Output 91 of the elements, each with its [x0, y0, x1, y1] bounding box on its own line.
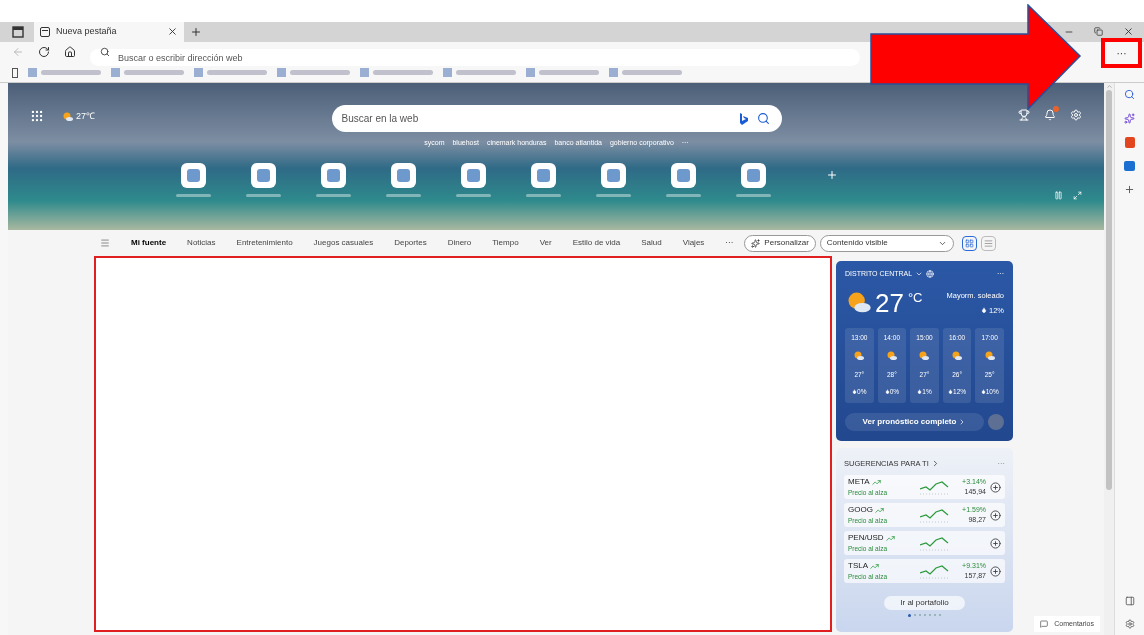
feed-tab[interactable]: Salud — [641, 237, 662, 249]
content-visibility-dropdown[interactable]: Contenido visible — [819, 234, 954, 252]
quick-link-tile[interactable] — [665, 162, 701, 197]
chat-icon — [1040, 620, 1049, 628]
expand-icon[interactable] — [1073, 190, 1082, 200]
page-icon — [40, 26, 50, 37]
close-icon[interactable] — [1123, 26, 1134, 38]
add-icon[interactable] — [1124, 184, 1135, 195]
stock-symbol: GOOG — [848, 504, 873, 517]
bing-logo-icon[interactable] — [738, 112, 748, 125]
sidebar-toggle-icon[interactable] — [1124, 596, 1135, 606]
notification-icon[interactable] — [1044, 109, 1056, 121]
droplet-icon — [852, 389, 858, 395]
feed-tab[interactable]: Mi fuente — [131, 237, 167, 249]
feed-tab[interactable]: Noticias — [187, 237, 216, 249]
feed-tab[interactable]: Ver — [539, 237, 552, 249]
more-menu-button[interactable]: ··· — [1101, 38, 1142, 68]
home-icon[interactable] — [64, 46, 76, 59]
add-shortcut-icon[interactable] — [825, 168, 838, 181]
globe-icon[interactable] — [926, 270, 935, 279]
sun-cloud-icon — [853, 350, 866, 363]
stock-symbol: PEN/USD — [848, 532, 884, 545]
sparkle-icon[interactable] — [1124, 113, 1135, 124]
stock-symbol: TSLA — [848, 560, 868, 573]
quick-link-tile[interactable] — [315, 162, 351, 197]
feed-tab[interactable]: Entretenimiento — [236, 237, 293, 249]
add-stock-icon[interactable] — [990, 509, 1001, 521]
apps-grid-icon[interactable] — [30, 109, 44, 123]
settings-icon[interactable] — [1124, 619, 1135, 629]
quick-link-tile[interactable] — [385, 162, 421, 197]
grid-view-icon[interactable] — [961, 235, 977, 251]
sparkline-drawing — [920, 507, 950, 524]
browser-tab[interactable]: Nueva pestaña — [34, 21, 184, 42]
trend-up-icon — [885, 533, 895, 543]
add-stock-icon[interactable] — [990, 565, 1001, 577]
add-stock-icon[interactable] — [990, 537, 1001, 549]
more-button[interactable]: ··· — [725, 237, 734, 249]
feed-tab[interactable]: Viajes — [682, 237, 705, 249]
feed-tab[interactable]: Juegos casuales — [313, 237, 374, 249]
feed-tab[interactable]: Tiempo — [492, 237, 519, 249]
stock-symbol: META — [848, 476, 870, 489]
sun-cloud-icon — [62, 110, 74, 123]
personalize-button[interactable]: Personalizar — [744, 234, 816, 252]
trend-up-icon — [874, 505, 884, 515]
droplet-icon — [981, 307, 987, 314]
portfolio-button[interactable]: Ir al portafolio — [884, 596, 965, 611]
bookmark-icon[interactable] — [12, 67, 18, 78]
restore-icon[interactable] — [1094, 27, 1103, 37]
quick-link-tile[interactable] — [455, 162, 491, 197]
sparkline-drawing — [920, 563, 950, 580]
mail-icon[interactable] — [1124, 161, 1135, 171]
search-icon[interactable] — [1124, 89, 1135, 100]
search-icon — [100, 47, 110, 58]
add-stock-icon[interactable] — [990, 481, 1001, 493]
address-field[interactable]: Buscar o escribir dirección web — [90, 49, 860, 67]
sparkle-icon — [751, 238, 761, 248]
droplet-icon — [948, 389, 954, 395]
temperature-unit: °C — [907, 288, 923, 307]
web-search-field[interactable]: Buscar en la web — [331, 105, 782, 132]
sun-cloud-icon — [983, 350, 996, 363]
refresh-icon[interactable] — [38, 46, 50, 59]
sparkline-drawing — [920, 535, 950, 552]
list-view-icon[interactable] — [980, 235, 996, 251]
office-icon[interactable] — [1124, 137, 1135, 148]
weather-button[interactable]: 27℃ — [62, 110, 95, 124]
trend-up-icon — [870, 561, 879, 571]
quick-link-tile[interactable] — [245, 162, 281, 197]
sun-cloud-icon — [918, 350, 931, 363]
quick-link-tile[interactable] — [595, 162, 631, 197]
sun-cloud-icon — [885, 350, 898, 363]
droplet-icon — [917, 389, 923, 395]
quick-link-tile[interactable] — [735, 162, 771, 197]
sun-cloud-icon — [951, 350, 964, 363]
trophy-icon[interactable] — [1018, 109, 1030, 121]
quick-link-tile[interactable] — [175, 162, 211, 197]
trend-up-icon — [871, 477, 881, 487]
sparkline-drawing — [920, 479, 950, 496]
droplet-icon — [980, 389, 986, 395]
full-forecast-button[interactable]: Ver pronóstico completo — [845, 412, 984, 431]
feed-tab[interactable]: Deportes — [394, 237, 427, 249]
tab-title: Nueva pestaña — [56, 24, 118, 38]
new-tab-icon[interactable] — [190, 25, 202, 38]
search-icon[interactable] — [756, 112, 770, 125]
quick-link-tile[interactable] — [525, 162, 561, 197]
feed-tab[interactable]: Dinero — [447, 237, 472, 249]
close-icon[interactable] — [167, 26, 178, 38]
temperature: 27 — [875, 286, 904, 320]
scrollbar-thumb[interactable] — [1106, 90, 1112, 490]
feed-tab[interactable]: Estilo de vida — [572, 237, 621, 249]
pause-icon[interactable] — [1054, 190, 1063, 200]
droplet-icon — [884, 389, 890, 395]
